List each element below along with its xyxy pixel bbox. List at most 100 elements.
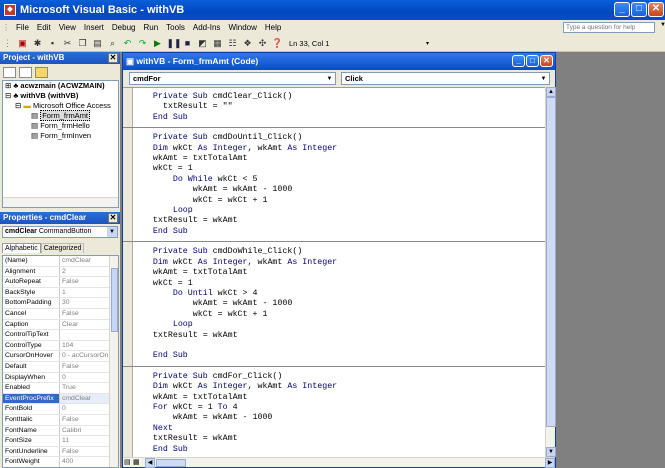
- view-code-icon[interactable]: [3, 66, 16, 78]
- help-search-input[interactable]: [563, 22, 655, 33]
- menu-add-ins[interactable]: Add-Ins: [189, 23, 225, 32]
- code-line[interactable]: [133, 341, 545, 351]
- menu-insert[interactable]: Insert: [80, 23, 108, 32]
- scroll-thumb[interactable]: [546, 97, 556, 427]
- object-selector[interactable]: cmdClear CommandButton ▼: [2, 226, 118, 238]
- paste-icon[interactable]: ▤: [92, 37, 104, 49]
- code-minimize-button[interactable]: _: [512, 55, 525, 67]
- menu-edit[interactable]: Edit: [33, 23, 55, 32]
- undo-icon[interactable]: ↶: [122, 37, 134, 49]
- code-line[interactable]: Private Sub cmdDoWhile_Click(): [133, 247, 545, 257]
- code-line[interactable]: txtResult = wkAmt: [133, 216, 545, 226]
- property-row[interactable]: Default False: [3, 361, 118, 373]
- run-icon[interactable]: ▶: [152, 37, 164, 49]
- code-hscrollbar[interactable]: ▤ ▦ ◀ ▶: [123, 457, 555, 468]
- full-module-view-icon[interactable]: ▦: [133, 458, 140, 466]
- code-line[interactable]: wkCt = 1: [133, 279, 545, 289]
- procedure-view-icon[interactable]: ▤: [124, 458, 131, 466]
- tree-item-form-frminven[interactable]: ▤ Form_frmInven: [3, 131, 118, 141]
- maximize-button[interactable]: □: [631, 2, 647, 17]
- property-row[interactable]: FontBold 0: [3, 404, 118, 415]
- code-line[interactable]: wkAmt = wkAmt - 1000: [133, 299, 545, 309]
- project-explorer-icon[interactable]: ▦: [212, 37, 224, 49]
- scroll-thumb[interactable]: [111, 268, 118, 332]
- code-vscrollbar[interactable]: ▲ ▼: [545, 87, 556, 457]
- design-mode-icon[interactable]: ◩: [197, 37, 209, 49]
- object-dropdown[interactable]: cmdFor ▼: [129, 72, 336, 85]
- code-line[interactable]: Do While wkCt < 5: [133, 175, 545, 185]
- property-row[interactable]: FontItalic False: [3, 414, 118, 426]
- cut-icon[interactable]: ✂: [62, 37, 74, 49]
- code-line[interactable]: wkAmt = txtTotalAmt: [133, 393, 545, 403]
- property-row[interactable]: Caption Clear: [3, 319, 118, 331]
- properties-close-button[interactable]: ✕: [108, 213, 118, 223]
- help-dropdown-icon[interactable]: ▼: [656, 22, 665, 28]
- code-line[interactable]: Dim wkCt As Integer, wkAmt As Integer: [133, 258, 545, 268]
- redo-icon[interactable]: ↷: [137, 37, 149, 49]
- code-line[interactable]: txtResult = wkAmt: [133, 331, 545, 341]
- menu-run[interactable]: Run: [139, 23, 162, 32]
- code-line[interactable]: wkAmt = txtTotalAmt: [133, 154, 545, 164]
- tree-hscrollbar[interactable]: [3, 197, 118, 207]
- code-line[interactable]: txtResult = wkAmt: [133, 434, 545, 444]
- expand-icon[interactable]: ⊞: [5, 81, 11, 90]
- property-row[interactable]: FontUnderline False: [3, 446, 118, 458]
- reset-icon[interactable]: ■: [182, 37, 194, 49]
- menu-help[interactable]: Help: [261, 23, 285, 32]
- tab-alphabetic[interactable]: Alphabetic: [2, 243, 41, 253]
- property-row[interactable]: AutoRepeat False: [3, 277, 118, 288]
- save-icon[interactable]: ▪: [47, 37, 59, 49]
- tab-categorized[interactable]: Categorized: [40, 243, 85, 253]
- menu-tools[interactable]: Tools: [162, 23, 189, 32]
- dropdown-arrow-icon[interactable]: ▼: [325, 74, 334, 83]
- scroll-up-icon[interactable]: ▲: [546, 87, 556, 97]
- property-row[interactable]: FontWeight 400: [3, 457, 118, 467]
- margin-indicator-bar[interactable]: [123, 88, 133, 457]
- view-object-icon[interactable]: [19, 66, 32, 78]
- tree-item-form-frmamt[interactable]: ▤ Form_frmAmt: [3, 110, 118, 121]
- property-row[interactable]: FontName Calibri: [3, 425, 118, 437]
- collapse-icon[interactable]: ⊟: [15, 101, 21, 110]
- code-line[interactable]: End Sub: [133, 351, 545, 361]
- object-browser-icon[interactable]: ❖: [242, 37, 254, 49]
- minimize-button[interactable]: _: [614, 2, 630, 17]
- property-row[interactable]: Enabled True: [3, 383, 118, 394]
- property-row[interactable]: BottomPadding 30: [3, 298, 118, 309]
- dropdown-arrow-icon[interactable]: ▼: [539, 74, 548, 83]
- menu-file[interactable]: File: [12, 23, 33, 32]
- toolbar-options-icon[interactable]: ▾: [426, 40, 429, 47]
- access-view-icon[interactable]: ▣: [17, 37, 29, 49]
- code-line[interactable]: Dim wkCt As Integer, wkAmt As Integer: [133, 144, 545, 154]
- close-button[interactable]: ✕: [648, 2, 664, 17]
- property-row[interactable]: CursorOnHover 0 - acCursorOn: [3, 351, 118, 362]
- property-row[interactable]: ControlTipText: [3, 330, 118, 341]
- property-row[interactable]: FontSize 11: [3, 436, 118, 447]
- code-line[interactable]: Dim wkCt As Integer, wkAmt As Integer: [133, 382, 545, 392]
- property-row[interactable]: Alignment 2: [3, 266, 118, 278]
- code-line[interactable]: Loop: [133, 320, 545, 330]
- property-row[interactable]: Cancel False: [3, 308, 118, 320]
- scroll-down-icon[interactable]: ▼: [546, 447, 556, 457]
- code-line[interactable]: wkCt = wkCt + 1: [133, 310, 545, 320]
- toolbox-icon[interactable]: ✣: [257, 37, 269, 49]
- code-line[interactable]: wkCt = wkCt + 1: [133, 196, 545, 206]
- help-icon[interactable]: ❓: [272, 37, 284, 49]
- code-line[interactable]: For wkCt = 1 To 4: [133, 403, 545, 413]
- break-icon[interactable]: ❚❚: [167, 37, 182, 49]
- property-row[interactable]: ControlType 104: [3, 340, 118, 352]
- scroll-right-icon[interactable]: ▶: [545, 458, 555, 468]
- code-line[interactable]: Loop: [133, 206, 545, 216]
- project-close-button[interactable]: ✕: [108, 53, 118, 63]
- code-close-button[interactable]: ✕: [540, 55, 553, 67]
- property-row[interactable]: BackStyle 1: [3, 287, 118, 299]
- tree-item-withvb[interactable]: ⊟ ♣ withVB (withVB): [3, 91, 118, 101]
- code-line[interactable]: wkAmt = txtTotalAmt: [133, 268, 545, 278]
- property-row[interactable]: (Name) cmdClear: [3, 256, 118, 267]
- property-row[interactable]: DisplayWhen 0: [3, 372, 118, 384]
- dropdown-arrow-icon[interactable]: ▼: [107, 227, 117, 237]
- property-row[interactable]: EventProcPrefix cmdClear: [3, 393, 118, 405]
- menu-window[interactable]: Window: [224, 23, 260, 32]
- copy-icon[interactable]: ❐: [77, 37, 89, 49]
- code-line[interactable]: txtResult = "": [133, 102, 545, 112]
- code-line[interactable]: Private Sub cmdFor_Click(): [133, 372, 545, 382]
